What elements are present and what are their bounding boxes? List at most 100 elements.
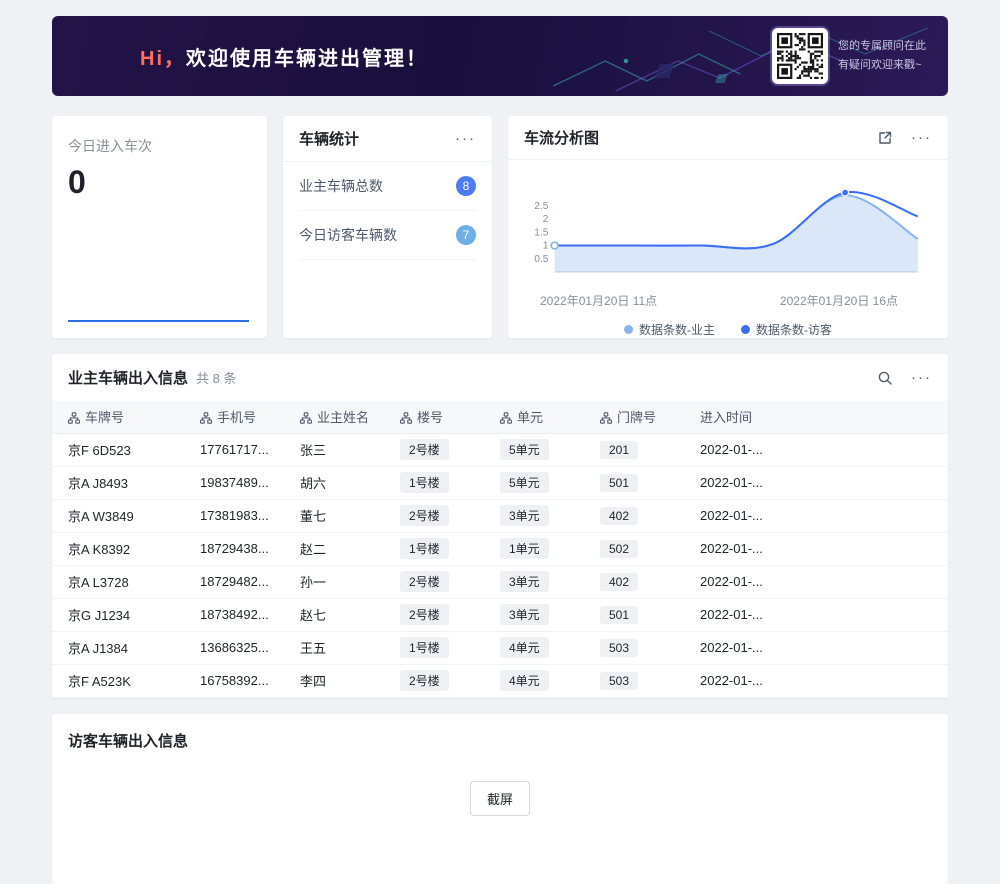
cell-building: 2号楼 — [388, 433, 488, 466]
stat-row-label: 今日访客车辆数 — [299, 225, 397, 245]
building-tag: 2号楼 — [400, 670, 449, 691]
cell-phone: 18729438... — [188, 532, 288, 565]
traffic-chart: 0.511.522.5 — [524, 172, 932, 290]
search-icon[interactable] — [877, 370, 893, 386]
column-header[interactable]: 手机号 — [188, 401, 288, 433]
svg-text:0.5: 0.5 — [534, 254, 549, 265]
table-row[interactable]: 京A W384917381983...董七2号楼3单元4022022-01-..… — [52, 499, 948, 532]
cell-phone: 18729482... — [188, 565, 288, 598]
svg-text:1.5: 1.5 — [534, 227, 549, 238]
cell-plate: 京A W3849 — [52, 499, 188, 532]
cell-phone: 18738492... — [188, 598, 288, 631]
cell-entry-time: 2022-01-... — [688, 466, 780, 499]
welcome-banner: Hi，欢迎使用车辆进出管理！ 您的专属顾问在此 有疑问欢迎来戳~ — [52, 16, 948, 96]
table-row[interactable]: 京A J138413686325...王五1号楼4单元5032022-01-..… — [52, 631, 948, 664]
cell-unit: 5单元 — [488, 466, 588, 499]
owner-table: 车牌号手机号业主姓名楼号单元门牌号进入时间 京F 6D52317761717..… — [52, 401, 948, 698]
cell-building: 2号楼 — [388, 565, 488, 598]
cell-building: 1号楼 — [388, 631, 488, 664]
export-icon[interactable] — [877, 130, 893, 146]
field-type-icon — [300, 412, 312, 424]
unit-tag: 1单元 — [500, 538, 549, 559]
cell-plate: 京A J8493 — [52, 466, 188, 499]
field-type-icon — [400, 412, 412, 424]
more-icon[interactable]: ··· — [455, 131, 476, 146]
building-tag: 1号楼 — [400, 538, 449, 559]
more-icon[interactable]: ··· — [911, 370, 932, 385]
qr-caption-line2: 有疑问欢迎来戳~ — [838, 56, 926, 75]
cell-empty — [780, 598, 948, 631]
door-tag: 201 — [600, 441, 638, 459]
visitor-table-title: 访客车辆出入信息 — [68, 730, 932, 751]
cell-empty — [780, 532, 948, 565]
door-tag: 503 — [600, 639, 638, 657]
today-entries-value: 0 — [68, 164, 251, 201]
cell-building: 2号楼 — [388, 499, 488, 532]
building-tag: 2号楼 — [400, 505, 449, 526]
more-icon[interactable]: ··· — [911, 130, 932, 145]
door-tag: 501 — [600, 606, 638, 624]
banner-title-text: 欢迎使用车辆进出管理！ — [186, 48, 428, 70]
traffic-chart-title: 车流分析图 — [524, 127, 599, 148]
owner-table-title: 业主车辆出入信息 — [68, 367, 188, 388]
cell-phone: 17381983... — [188, 499, 288, 532]
building-tag: 2号楼 — [400, 439, 449, 460]
chart-legend: 数据条数-业主 数据条数-访客 — [524, 321, 932, 338]
table-row[interactable]: 京A K839218729438...赵二1号楼1单元5022022-01-..… — [52, 532, 948, 565]
stat-row-badge: 7 — [456, 225, 476, 245]
today-entries-label: 今日进入车次 — [68, 136, 251, 156]
qr-code — [772, 28, 828, 84]
vehicle-stats-body: 业主车辆总数8今日访客车辆数7 — [283, 162, 492, 260]
table-row[interactable]: 京A J849319837489...胡六1号楼5单元5012022-01-..… — [52, 466, 948, 499]
cell-empty — [780, 433, 948, 466]
table-row[interactable]: 京G J123418738492...赵七2号楼3单元5012022-01-..… — [52, 598, 948, 631]
table-row[interactable]: 京F A523K16758392...李四2号楼4单元5032022-01-..… — [52, 664, 948, 697]
field-type-icon — [600, 412, 612, 424]
cell-owner-name: 王五 — [288, 631, 388, 664]
cell-owner-name: 李四 — [288, 664, 388, 697]
door-tag: 402 — [600, 507, 638, 525]
column-header[interactable]: 楼号 — [388, 401, 488, 433]
legend-item[interactable]: 数据条数-业主 — [624, 321, 715, 338]
stat-row-badge: 8 — [456, 176, 476, 196]
column-header[interactable]: 车牌号 — [52, 401, 188, 433]
cell-unit: 5单元 — [488, 433, 588, 466]
screenshot-button[interactable]: 截屏 — [470, 781, 530, 816]
vehicle-stats-header: 车辆统计 ··· — [283, 116, 492, 162]
column-header[interactable]: 进入时间 — [688, 401, 780, 433]
table-row[interactable]: 京F 6D52317761717...张三2号楼5单元2012022-01-..… — [52, 433, 948, 466]
cell-phone: 16758392... — [188, 664, 288, 697]
cell-owner-name: 赵二 — [288, 532, 388, 565]
table-row[interactable]: 京A L372818729482...孙一2号楼3单元4022022-01-..… — [52, 565, 948, 598]
field-type-icon — [500, 412, 512, 424]
column-header[interactable]: 单元 — [488, 401, 588, 433]
cell-door: 502 — [588, 532, 688, 565]
cell-phone: 17761717... — [188, 433, 288, 466]
cell-owner-name: 董七 — [288, 499, 388, 532]
cell-empty — [780, 466, 948, 499]
today-sparkline — [68, 320, 249, 322]
cell-building: 1号楼 — [388, 466, 488, 499]
cell-empty — [780, 499, 948, 532]
svg-text:2.5: 2.5 — [534, 201, 549, 212]
building-tag: 2号楼 — [400, 571, 449, 592]
owner-table-card: 业主车辆出入信息 共 8 条 ··· 车牌号手机号业主姓名楼号单元门牌号进入时间… — [52, 354, 948, 698]
field-type-icon — [68, 412, 80, 424]
column-header[interactable]: 业主姓名 — [288, 401, 388, 433]
door-tag: 502 — [600, 540, 638, 558]
legend-item[interactable]: 数据条数-访客 — [741, 321, 832, 338]
unit-tag: 3单元 — [500, 505, 549, 526]
cell-empty — [780, 664, 948, 697]
cell-plate: 京A K8392 — [52, 532, 188, 565]
cell-door: 201 — [588, 433, 688, 466]
cell-door: 503 — [588, 631, 688, 664]
qr-caption-line1: 您的专属顾问在此 — [838, 37, 926, 56]
legend-dot — [741, 325, 750, 334]
column-header[interactable]: 门牌号 — [588, 401, 688, 433]
vehicle-stats-card: 车辆统计 ··· 业主车辆总数8今日访客车辆数7 — [283, 116, 492, 338]
x-axis-end-label: 2022年01月20日 16点 — [780, 292, 898, 309]
cell-building: 1号楼 — [388, 532, 488, 565]
cell-unit: 3单元 — [488, 598, 588, 631]
vehicle-stats-title: 车辆统计 — [299, 128, 359, 149]
cell-owner-name: 孙一 — [288, 565, 388, 598]
